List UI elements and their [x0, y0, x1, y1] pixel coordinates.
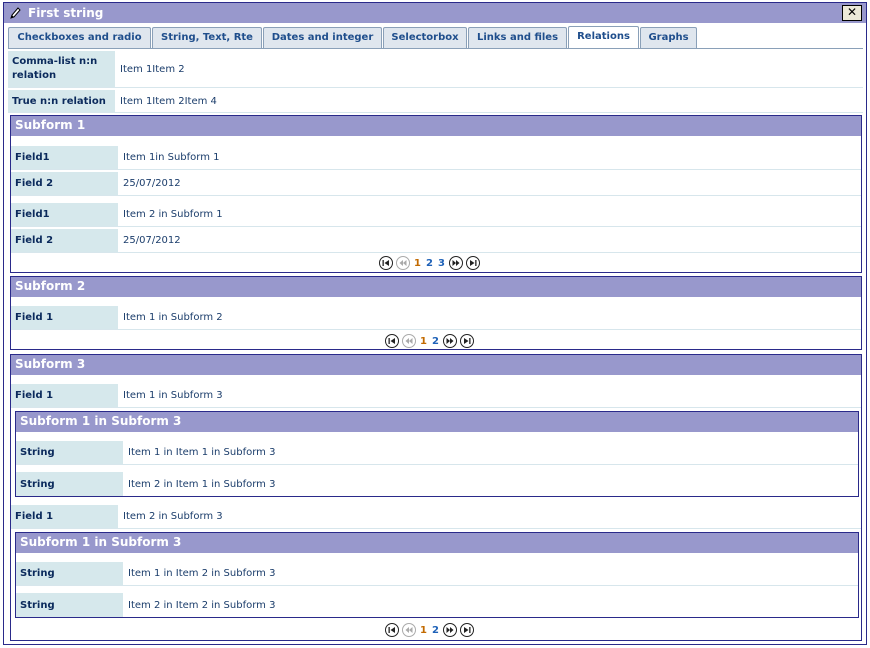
- subform-3: Subform 3 Field 1 Item 1 in Subform 3 Su…: [10, 354, 862, 641]
- edit-window: First string ✕ Checkboxes and radio Stri…: [3, 2, 867, 645]
- prev-page-icon[interactable]: [402, 334, 416, 348]
- pager: 1 2 3: [379, 254, 480, 272]
- field-value: Item 2 in Item 1 in Subform 3: [128, 478, 276, 490]
- window-titlebar: First string ✕: [4, 3, 866, 23]
- page-number[interactable]: 3: [437, 258, 446, 269]
- subform-2-title: Subform 2: [11, 277, 861, 297]
- subform-1-title: Subform 1: [11, 116, 861, 136]
- tab-graphs[interactable]: Graphs: [640, 27, 697, 48]
- page-number[interactable]: 2: [431, 625, 440, 636]
- comma-list-label: Comma-list n:n relation: [8, 51, 115, 87]
- nested-subform: Subform 1 in Subform 3 String Item 1 in …: [15, 411, 859, 497]
- field-value: 25/07/2012: [123, 178, 181, 189]
- field-value: Item 2 in Item 2 in Subform 3: [128, 599, 276, 611]
- field-value: Item 1 in Item 1 in Subform 3: [128, 447, 276, 458]
- field-label: Field1: [11, 146, 118, 169]
- table-row: String Item 2 in Item 1 in Subform 3: [16, 472, 858, 496]
- close-button[interactable]: ✕: [842, 5, 862, 21]
- page-number[interactable]: 1: [413, 258, 422, 269]
- true-nn-label: True n:n relation: [8, 90, 115, 112]
- next-page-icon[interactable]: [442, 623, 457, 637]
- first-page-icon[interactable]: [385, 334, 399, 348]
- next-page-icon[interactable]: [442, 334, 457, 348]
- comma-list-value: Item 1Item 2: [120, 63, 185, 75]
- table-row: Field1 Item 2 in Subform 1: [11, 203, 861, 227]
- prev-page-icon[interactable]: [396, 256, 410, 270]
- true-nn-row: True n:n relation Item 1Item 2Item 4: [8, 90, 863, 113]
- pager: 1 2: [385, 332, 474, 350]
- pager: 1 2: [385, 621, 474, 639]
- table-row: Field 2 25/07/2012: [11, 229, 861, 253]
- tab-selectorbox[interactable]: Selectorbox: [383, 27, 467, 48]
- pencil-icon: [10, 7, 21, 19]
- field-value: Item 2 in Subform 3: [123, 511, 223, 522]
- field-value: 25/07/2012: [123, 235, 181, 246]
- field-label: Field 1: [11, 306, 118, 329]
- close-icon: ✕: [846, 5, 858, 19]
- prev-page-icon[interactable]: [402, 623, 416, 637]
- table-row: Field1 Item 1in Subform 1: [11, 146, 861, 170]
- field-label: Field 2: [11, 172, 118, 195]
- field-label: Field 1: [11, 505, 118, 528]
- nested-subform-title: Subform 1 in Subform 3: [16, 412, 858, 432]
- page-number[interactable]: 2: [431, 336, 440, 347]
- field-value: Item 1 in Item 2 in Subform 3: [128, 568, 276, 579]
- table-row: Field 1 Item 1 in Subform 3: [11, 384, 861, 408]
- field-value: Item 1 in Subform 2: [123, 312, 223, 323]
- field-value: Item 1 in Subform 3: [123, 390, 223, 401]
- first-page-icon[interactable]: [385, 623, 399, 637]
- window-title: First string: [28, 6, 104, 20]
- field-label: Field 1: [11, 384, 118, 407]
- field-label: String: [16, 441, 123, 464]
- nested-subform-title: Subform 1 in Subform 3: [16, 533, 858, 553]
- tab-dates-and-integer[interactable]: Dates and integer: [263, 27, 382, 48]
- field-label: String: [16, 593, 123, 617]
- page-number[interactable]: 1: [419, 625, 428, 636]
- field-value: Item 2 in Subform 1: [123, 209, 223, 220]
- table-row: String Item 1 in Item 2 in Subform 3: [16, 562, 858, 586]
- last-page-icon[interactable]: [459, 334, 474, 348]
- true-nn-value: Item 1Item 2Item 4: [120, 95, 217, 107]
- table-row: Field 1 Item 1 in Subform 2: [11, 306, 861, 330]
- last-page-icon[interactable]: [459, 623, 474, 637]
- tabs-divider: [8, 48, 863, 49]
- field-label: String: [16, 562, 123, 585]
- nested-subform: Subform 1 in Subform 3 String Item 1 in …: [15, 532, 859, 618]
- page-number[interactable]: 2: [425, 258, 434, 269]
- tab-bar: Checkboxes and radio String, Text, Rte D…: [8, 26, 864, 49]
- table-row: String Item 2 in Item 2 in Subform 3: [16, 593, 858, 617]
- tab-checkboxes-and-radio[interactable]: Checkboxes and radio: [8, 27, 151, 48]
- field-label: Field 2: [11, 229, 118, 252]
- field-label: Field1: [11, 203, 118, 226]
- page-number[interactable]: 1: [419, 336, 428, 347]
- table-row: Field 2 25/07/2012: [11, 172, 861, 196]
- subform-1: Subform 1 Field1 Item 1in Subform 1 Fiel…: [10, 115, 862, 273]
- comma-list-row: Comma-list n:n relation Item 1Item 2: [8, 51, 863, 88]
- next-page-icon[interactable]: [448, 256, 463, 270]
- field-label: String: [16, 472, 123, 496]
- subform-2: Subform 2 Field 1 Item 1 in Subform 2 1 …: [10, 276, 862, 350]
- first-page-icon[interactable]: [379, 256, 393, 270]
- table-row: String Item 1 in Item 1 in Subform 3: [16, 441, 858, 465]
- table-row: Field 1 Item 2 in Subform 3: [11, 505, 861, 529]
- field-value: Item 1in Subform 1: [123, 152, 220, 163]
- subform-3-title: Subform 3: [11, 355, 861, 375]
- tab-string-text-rte[interactable]: String, Text, Rte: [152, 27, 262, 48]
- last-page-icon[interactable]: [465, 256, 480, 270]
- tab-relations[interactable]: Relations: [568, 26, 639, 49]
- tab-links-and-files[interactable]: Links and files: [468, 27, 567, 48]
